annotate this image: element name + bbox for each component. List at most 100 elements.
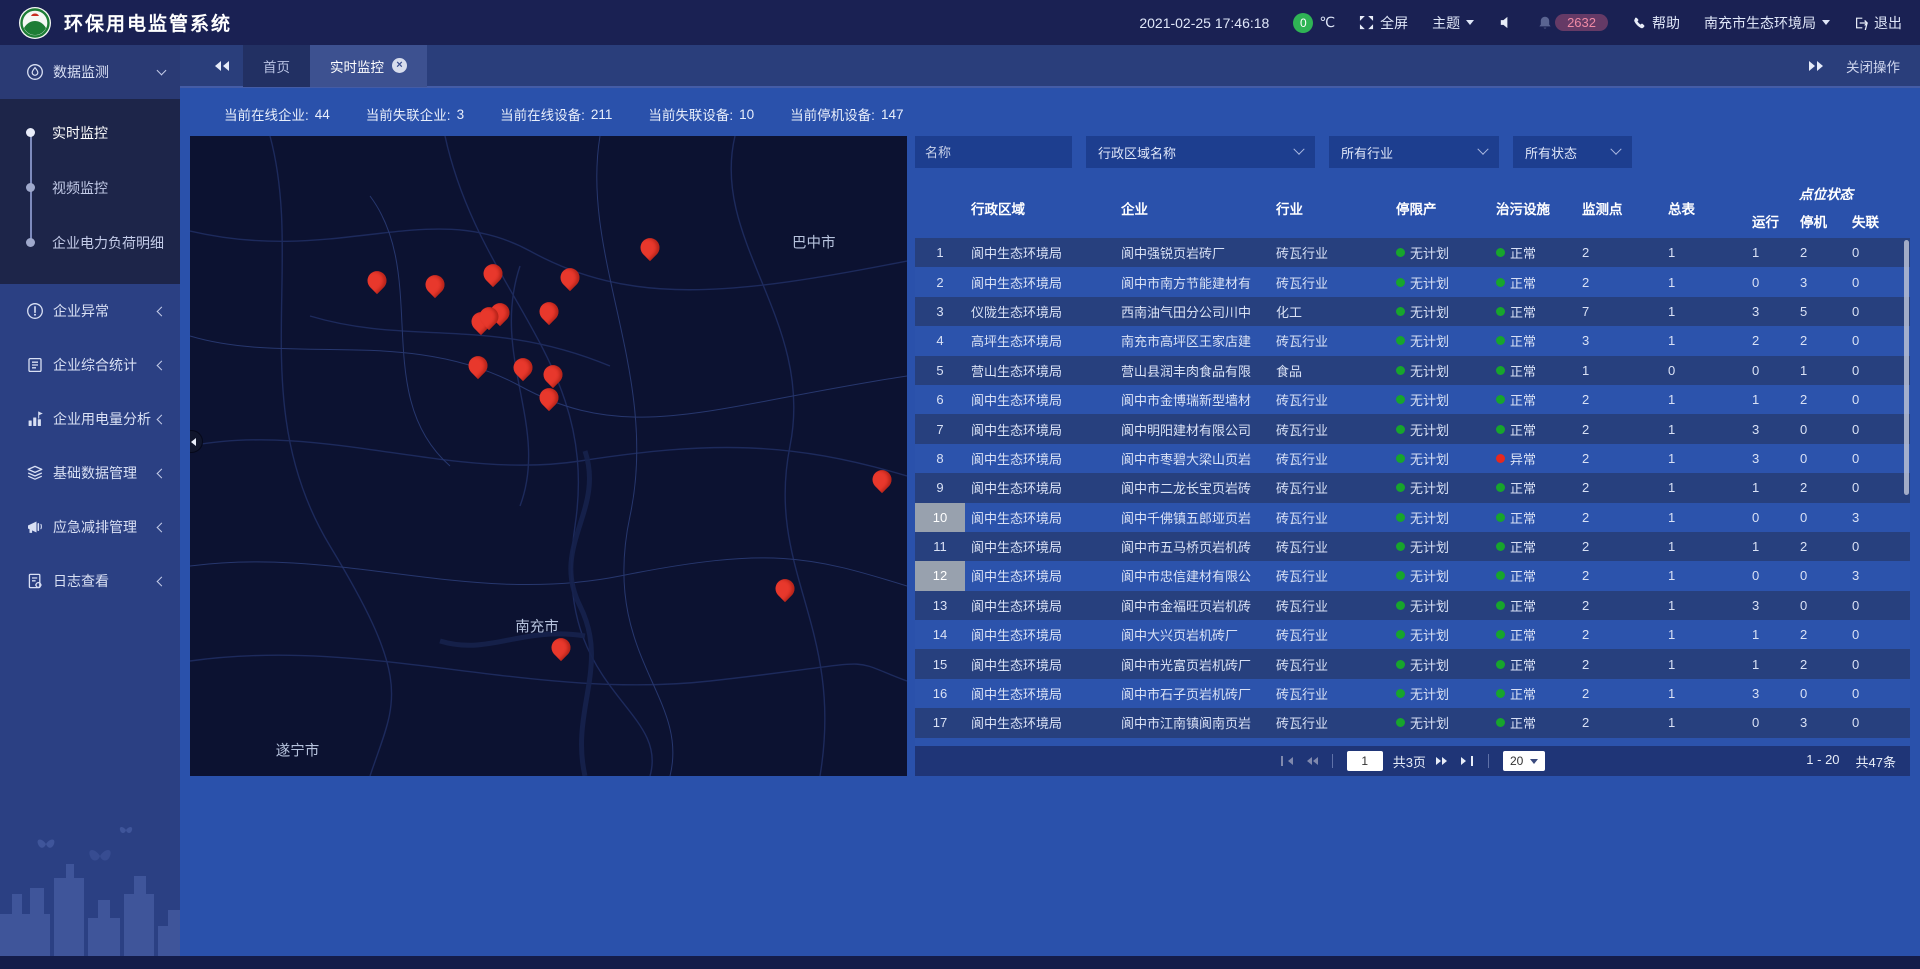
table-row[interactable]: 10阆中生态环境局阆中千佛镇五郎垭页岩砖瓦行业无计划正常21003 <box>915 503 1910 532</box>
row-index: 12 <box>915 561 965 590</box>
cell-limit-status: 无计划 <box>1390 508 1490 527</box>
cell-limit-status: 无计划 <box>1390 713 1490 732</box>
vertical-scrollbar[interactable] <box>1904 240 1909 495</box>
theme-button[interactable]: 主题 <box>1432 13 1474 33</box>
table-row[interactable]: 9阆中生态环境局阆中市二龙长宝页岩砖砖瓦行业无计划正常21120 <box>915 473 1910 502</box>
sidebar-item-label: 应急减排管理 <box>53 517 137 537</box>
last-page-button[interactable] <box>1461 756 1474 766</box>
page-size-select[interactable]: 20 <box>1503 751 1545 771</box>
tab-home[interactable]: 首页 <box>243 44 310 87</box>
fullscreen-button[interactable]: 全屏 <box>1359 13 1408 33</box>
map-city-label: 巴中市 <box>792 231 836 252</box>
cell-facility-status: 正常 <box>1490 655 1576 674</box>
table-row[interactable]: 8阆中生态环境局阆中市枣碧大梁山页岩砖瓦行业无计划异常21300 <box>915 444 1910 473</box>
audio-button[interactable] <box>1498 15 1513 30</box>
tabs-scroll-left-button[interactable] <box>180 61 243 71</box>
notification-button[interactable]: 2632 <box>1537 14 1608 31</box>
cell-stopped: 3 <box>1794 715 1846 730</box>
sidebar-item-emergency-reduction[interactable]: 应急减排管理 <box>0 500 180 554</box>
sidebar-item-enterprise-abnormal[interactable]: 企业异常 <box>0 284 180 338</box>
table-row[interactable]: 3仪陇生态环境局西南油气田分公司川中化工无计划正常71350 <box>915 297 1910 326</box>
cell-monitor-points: 2 <box>1576 275 1662 290</box>
help-button[interactable]: 帮助 <box>1632 13 1680 33</box>
cell-total-meter: 1 <box>1662 392 1746 407</box>
cell-offline: 3 <box>1846 568 1906 583</box>
cell-region: 阆中生态环境局 <box>965 273 1115 292</box>
stat-label: 当前停机设备: <box>790 104 875 124</box>
table-row[interactable]: 18南部生态环境局南部县页岩机砖有限公砖瓦行业无计划正常21030 <box>915 738 1910 746</box>
table-row[interactable]: 7阆中生态环境局阆中明阳建材有限公司砖瓦行业无计划正常21300 <box>915 414 1910 443</box>
logout-button[interactable]: 退出 <box>1854 13 1902 33</box>
sidebar-item-enterprise-statistics[interactable]: 企业综合统计 <box>0 338 180 392</box>
table-row[interactable]: 4高坪生态环境局南充市高坪区王家店建砖瓦行业无计划正常31220 <box>915 326 1910 355</box>
cell-monitor-points: 2 <box>1576 392 1662 407</box>
speaker-icon <box>1498 15 1513 30</box>
status-text: 正常 <box>1510 390 1536 409</box>
table-row[interactable]: 11阆中生态环境局阆中市五马桥页岩机砖砖瓦行业无计划正常21120 <box>915 532 1910 561</box>
status-dot <box>1496 542 1505 551</box>
region-filter-select[interactable]: 行政区域名称 <box>1086 136 1315 168</box>
sidebar-subitem-video-monitor[interactable]: 视频监控 <box>0 160 180 215</box>
tab-realtime-monitor[interactable]: 实时监控 × <box>310 44 427 87</box>
sidebar-submenu: 实时监控视频监控企业电力负荷明细 <box>0 99 180 284</box>
status-dot <box>1396 395 1405 404</box>
org-selector[interactable]: 南充市生态环境局 <box>1704 13 1830 33</box>
table-row[interactable]: 15阆中生态环境局阆中市光富页岩机砖厂砖瓦行业无计划正常21120 <box>915 649 1910 678</box>
industry-filter-select[interactable]: 所有行业 <box>1329 136 1499 168</box>
stat-label: 当前失联设备: <box>648 104 733 124</box>
sidebar-item-data-monitor[interactable]: 数据监测 <box>0 45 180 99</box>
table-row[interactable]: 14阆中生态环境局阆中大兴页岩机砖厂砖瓦行业无计划正常21120 <box>915 620 1910 649</box>
sidebar-subitem-label: 企业电力负荷明细 <box>52 233 164 253</box>
table-row[interactable]: 17阆中生态环境局阆中市江南镇阆南页岩砖瓦行业无计划正常21030 <box>915 708 1910 737</box>
cell-monitor-points: 2 <box>1576 510 1662 525</box>
cell-industry: 砖瓦行业 <box>1270 625 1390 644</box>
map-panel[interactable]: 巴中市南充市遂宁市 <box>190 136 907 776</box>
cell-region: 高坪生态环境局 <box>965 331 1115 350</box>
prev-page-button[interactable] <box>1303 757 1318 765</box>
status-text: 正常 <box>1510 566 1536 585</box>
status-text: 正常 <box>1510 302 1536 321</box>
table-row[interactable]: 6阆中生态环境局阆中市金博瑞新型墙材砖瓦行业无计划正常21120 <box>915 385 1910 414</box>
status-dot <box>1396 278 1405 287</box>
sidebar-item-label: 基础数据管理 <box>53 463 137 483</box>
table-row[interactable]: 16阆中生态环境局阆中市石子页岩机砖厂砖瓦行业无计划正常21300 <box>915 679 1910 708</box>
caret-down-icon <box>1530 759 1538 768</box>
cell-stopped: 1 <box>1794 363 1846 378</box>
cell-limit-status: 无计划 <box>1390 361 1490 380</box>
sidebar-item-power-usage-analysis[interactable]: 企业用电量分析 <box>0 392 180 446</box>
power-icon <box>26 410 44 428</box>
table-row[interactable]: 5营山生态环境局营山县润丰肉食品有限食品无计划正常10010 <box>915 356 1910 385</box>
cell-monitor-points: 2 <box>1576 422 1662 437</box>
page-number-input[interactable] <box>1347 751 1383 771</box>
status-text: 无计划 <box>1410 331 1449 350</box>
cell-running: 1 <box>1746 245 1794 260</box>
tabs-scroll-right-button[interactable] <box>1809 61 1828 71</box>
table-row[interactable]: 13阆中生态环境局阆中市金福旺页岩机砖砖瓦行业无计划正常21300 <box>915 591 1910 620</box>
status-dot <box>1396 571 1405 580</box>
table-row[interactable]: 12阆中生态环境局阆中市忠信建材有限公砖瓦行业无计划正常21003 <box>915 561 1910 590</box>
table-row[interactable]: 1阆中生态环境局阆中强锐页岩砖厂砖瓦行业无计划正常21120 <box>915 238 1910 267</box>
status-text: 正常 <box>1510 596 1536 615</box>
sidebar-subitem-realtime-monitor[interactable]: 实时监控 <box>0 105 180 160</box>
data-monitor-icon <box>26 63 44 81</box>
tab-close-icon[interactable]: × <box>392 58 407 73</box>
next-page-button[interactable] <box>1436 757 1451 765</box>
sidebar-item-log-view[interactable]: 日志查看 <box>0 554 180 608</box>
cell-limit-status: 无计划 <box>1390 302 1490 321</box>
first-page-button[interactable] <box>1280 756 1293 766</box>
cell-running: 3 <box>1746 598 1794 613</box>
sidebar-item-base-data-management[interactable]: 基础数据管理 <box>0 446 180 500</box>
cell-total-meter: 1 <box>1662 686 1746 701</box>
cell-running: 2 <box>1746 333 1794 348</box>
name-filter-input[interactable] <box>915 136 1072 168</box>
status-dot <box>1396 425 1405 434</box>
cell-monitor-points: 1 <box>1576 363 1662 378</box>
table-row[interactable]: 2阆中生态环境局阆中市南方节能建材有砖瓦行业无计划正常21030 <box>915 267 1910 296</box>
status-filter-select[interactable]: 所有状态 <box>1513 136 1632 168</box>
cell-facility-status: 正常 <box>1490 361 1576 380</box>
close-operations-button[interactable]: 关闭操作 <box>1846 56 1900 76</box>
sidebar-subitem-power-load-detail[interactable]: 企业电力负荷明细 <box>0 215 180 270</box>
cell-facility-status: 正常 <box>1490 625 1576 644</box>
cell-enterprise: 阆中市南方节能建材有 <box>1115 273 1270 292</box>
bottom-scrollbar-strip[interactable] <box>0 956 1920 969</box>
